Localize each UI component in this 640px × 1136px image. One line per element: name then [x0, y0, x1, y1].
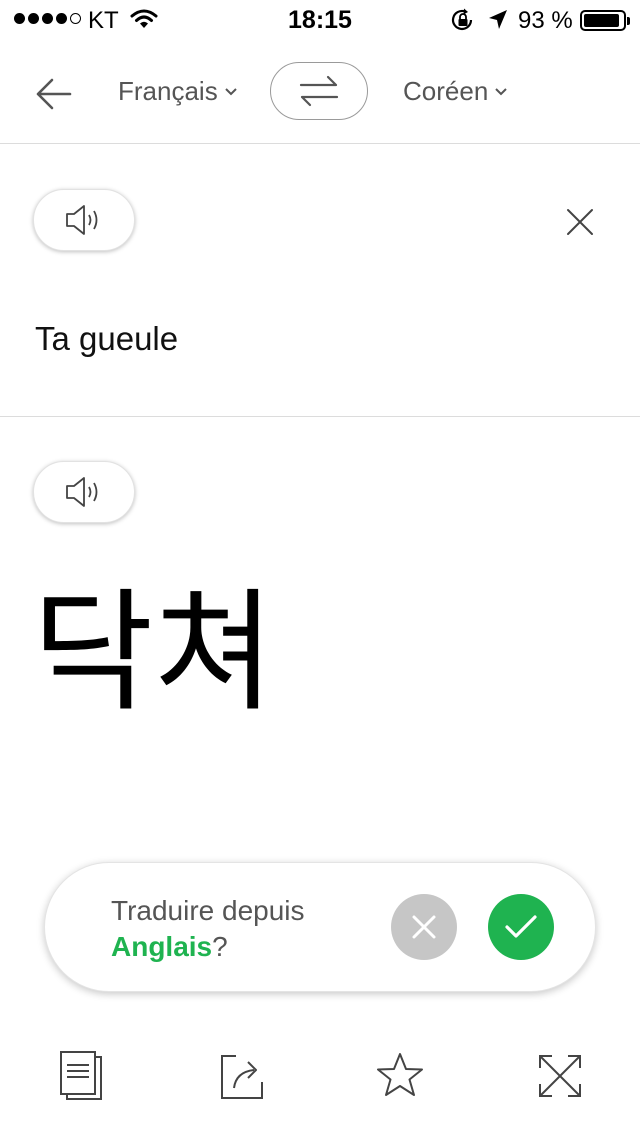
target-language-selector[interactable]: Coréen	[403, 76, 508, 107]
rotation-lock-icon	[450, 8, 476, 39]
source-panel: Ta gueule	[0, 144, 640, 417]
star-icon	[377, 1053, 423, 1096]
expand-icon	[539, 1055, 581, 1097]
suggestion-suffix: ?	[212, 931, 228, 962]
language-header: Français Coréen	[0, 40, 640, 144]
source-speak-button[interactable]	[33, 189, 135, 251]
suggestion-prefix: Traduire depuis	[111, 895, 305, 926]
share-button[interactable]	[210, 1046, 270, 1106]
translated-text: 닥쳐	[32, 576, 275, 730]
battery-icon	[580, 10, 626, 31]
swap-arrows-icon	[299, 75, 339, 107]
result-panel: 닥쳐	[0, 417, 640, 857]
speaker-icon	[66, 205, 98, 235]
share-icon	[221, 1055, 263, 1099]
x-icon	[412, 915, 436, 939]
suggested-language[interactable]: Anglais	[111, 931, 212, 962]
target-language-label: Coréen	[403, 76, 489, 106]
accept-suggestion-button[interactable]	[488, 894, 554, 960]
source-language-selector[interactable]: Français	[118, 76, 238, 107]
check-icon	[505, 915, 537, 938]
result-speak-button[interactable]	[33, 461, 135, 523]
back-button[interactable]	[30, 72, 80, 116]
language-suggestion-card: Traduire depuis Anglais?	[44, 862, 596, 992]
location-arrow-icon	[487, 8, 509, 39]
source-text[interactable]: Ta gueule	[35, 320, 178, 358]
arrow-left-icon	[36, 78, 72, 110]
clear-input-button[interactable]	[560, 202, 600, 242]
status-bar: KT 18:15 93 %	[0, 0, 640, 40]
copy-button[interactable]	[50, 1046, 110, 1106]
chevron-down-icon	[495, 87, 507, 95]
copy-icon	[60, 1051, 102, 1100]
fullscreen-button[interactable]	[530, 1046, 590, 1106]
speaker-icon	[66, 477, 98, 507]
favorite-button[interactable]	[370, 1046, 430, 1106]
suggestion-message: Traduire depuis Anglais?	[111, 893, 305, 965]
source-language-label: Français	[118, 76, 218, 106]
reject-suggestion-button[interactable]	[391, 894, 457, 960]
swap-languages-button[interactable]	[270, 62, 368, 120]
close-icon	[567, 209, 593, 235]
battery-percent: 93 %	[518, 7, 573, 34]
chevron-down-icon	[224, 87, 237, 95]
